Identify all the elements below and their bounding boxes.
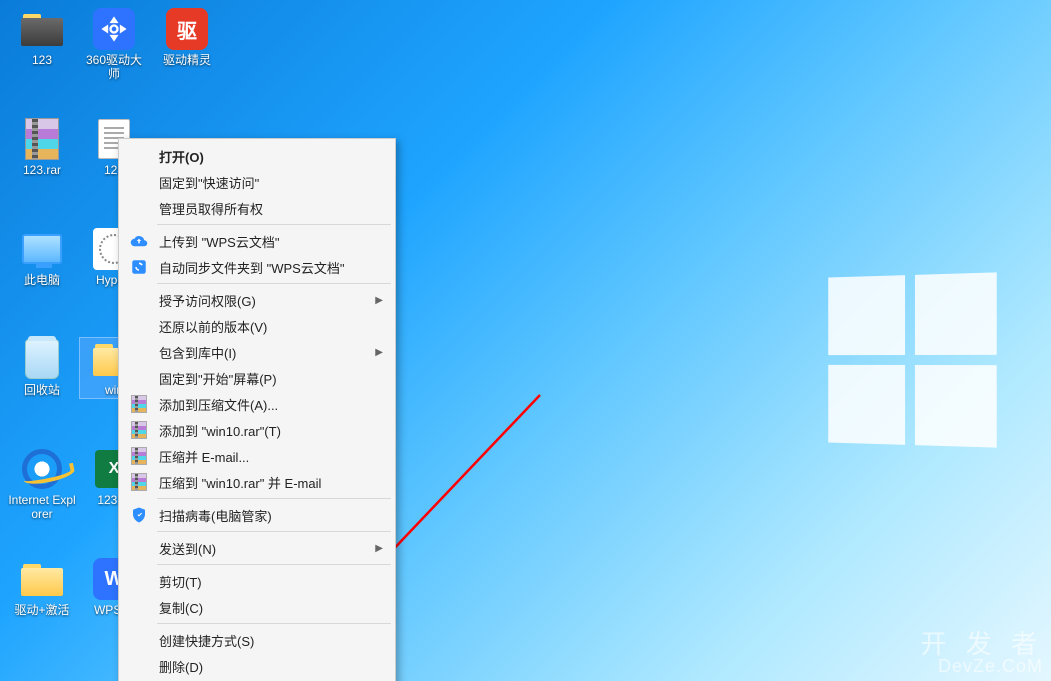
menu-item[interactable]: 授予访问权限(G) ▶ bbox=[121, 287, 393, 313]
folder-icon bbox=[21, 558, 63, 600]
menu-item[interactable]: 添加到压缩文件(A)... bbox=[121, 391, 393, 417]
menu-item-label: 固定到"快速访问" bbox=[159, 173, 259, 192]
watermark-line1: 开 发 者 bbox=[921, 631, 1043, 657]
desktop-icon-label: Internet Explorer bbox=[8, 494, 76, 522]
menu-item[interactable]: 固定到"快速访问" bbox=[121, 169, 393, 195]
menu-item-label: 剪切(T) bbox=[159, 572, 202, 591]
rar-icon bbox=[129, 420, 149, 440]
menu-item[interactable]: 打开(O) bbox=[121, 143, 393, 169]
watermark-line2: DevZe.CoM bbox=[921, 657, 1043, 675]
menu-separator bbox=[157, 283, 391, 284]
menu-item[interactable]: 管理员取得所有权 bbox=[121, 195, 393, 221]
recycle-bin-icon bbox=[21, 338, 63, 380]
desktop-icon-this-pc[interactable]: 此电脑 bbox=[8, 228, 76, 288]
ie-icon bbox=[21, 448, 63, 490]
this-pc-icon bbox=[21, 228, 63, 270]
desktop-icon-recycle[interactable]: 回收站 bbox=[8, 338, 76, 398]
menu-item[interactable]: 包含到库中(I) ▶ bbox=[121, 339, 393, 365]
menu-item[interactable]: 扫描病毒(电脑管家) bbox=[121, 502, 393, 528]
rar-icon bbox=[129, 446, 149, 466]
menu-item-label: 自动同步文件夹到 "WPS云文档" bbox=[159, 258, 344, 277]
submenu-arrow-icon: ▶ bbox=[375, 295, 383, 306]
menu-separator bbox=[157, 498, 391, 499]
desktop-icon-label: 驱动精灵 bbox=[163, 54, 211, 68]
context-menu[interactable]: 打开(O) 固定到"快速访问" 管理员取得所有权上传到 "WPS云文档" 自动同步文件… bbox=[118, 138, 396, 681]
menu-item-label: 压缩到 "win10.rar" 并 E-mail bbox=[159, 473, 321, 492]
menu-item-label: 管理员取得所有权 bbox=[159, 199, 263, 218]
menu-item-label: 还原以前的版本(V) bbox=[159, 317, 267, 336]
desktop-icon-label: 123.rar bbox=[23, 164, 61, 178]
desktop-icon-drv-act[interactable]: 驱动+激活 bbox=[8, 558, 76, 618]
menu-item-label: 创建快捷方式(S) bbox=[159, 631, 254, 650]
menu-item[interactable]: 创建快捷方式(S) bbox=[121, 627, 393, 653]
360-app-icon bbox=[93, 8, 135, 50]
rar-icon bbox=[129, 472, 149, 492]
desktop-icon-folder-123[interactable]: 123 bbox=[8, 8, 76, 68]
desktop-icon-label: 123 bbox=[32, 54, 52, 68]
submenu-arrow-icon: ▶ bbox=[375, 347, 383, 358]
desktop-icon-label: 360驱动大师 bbox=[80, 54, 148, 82]
desktop-icon-app-qudong[interactable]: 驱驱动精灵 bbox=[153, 8, 221, 68]
menu-item-label: 扫描病毒(电脑管家) bbox=[159, 506, 272, 525]
menu-item[interactable]: 删除(D) bbox=[121, 653, 393, 679]
menu-item-label: 添加到 "win10.rar"(T) bbox=[159, 421, 281, 440]
menu-item[interactable]: 还原以前的版本(V) bbox=[121, 313, 393, 339]
menu-item[interactable]: 剪切(T) bbox=[121, 568, 393, 594]
desktop-icon-rar-123[interactable]: 123.rar bbox=[8, 118, 76, 178]
windows-logo-backdrop bbox=[828, 272, 996, 447]
menu-item[interactable]: 发送到(N) ▶ bbox=[121, 535, 393, 561]
desktop-icon-label: 此电脑 bbox=[24, 274, 60, 288]
shield-icon bbox=[129, 505, 149, 525]
menu-item[interactable]: 固定到"开始"屏幕(P) bbox=[121, 365, 393, 391]
sync-icon bbox=[129, 257, 149, 277]
desktop-icon-app-360[interactable]: 360驱动大师 bbox=[80, 8, 148, 82]
watermark: 开 发 者 DevZe.CoM bbox=[921, 631, 1043, 675]
menu-separator bbox=[157, 224, 391, 225]
menu-item-label: 压缩并 E-mail... bbox=[159, 447, 249, 466]
qudong-app-icon: 驱 bbox=[166, 8, 208, 50]
menu-item-label: 固定到"开始"屏幕(P) bbox=[159, 369, 277, 388]
menu-item[interactable]: 上传到 "WPS云文档" bbox=[121, 228, 393, 254]
menu-item-label: 复制(C) bbox=[159, 598, 203, 617]
menu-item[interactable]: 自动同步文件夹到 "WPS云文档" bbox=[121, 254, 393, 280]
menu-separator bbox=[157, 531, 391, 532]
menu-separator bbox=[157, 564, 391, 565]
menu-item[interactable]: 添加到 "win10.rar"(T) bbox=[121, 417, 393, 443]
desktop-icon-label: 回收站 bbox=[24, 384, 60, 398]
menu-item-label: 发送到(N) bbox=[159, 539, 216, 558]
menu-item-label: 包含到库中(I) bbox=[159, 343, 236, 362]
submenu-arrow-icon: ▶ bbox=[375, 543, 383, 554]
menu-item-label: 上传到 "WPS云文档" bbox=[159, 232, 279, 251]
desktop-icon-label: 驱动+激活 bbox=[14, 604, 69, 618]
menu-item[interactable]: 压缩并 E-mail... bbox=[121, 443, 393, 469]
rar-icon bbox=[129, 394, 149, 414]
menu-item-label: 删除(D) bbox=[159, 657, 203, 676]
desktop-icon-ie[interactable]: Internet Explorer bbox=[8, 448, 76, 522]
menu-item[interactable]: 复制(C) bbox=[121, 594, 393, 620]
menu-separator bbox=[157, 623, 391, 624]
menu-item-label: 打开(O) bbox=[159, 147, 204, 166]
cloud-icon bbox=[129, 231, 149, 251]
menu-item-label: 添加到压缩文件(A)... bbox=[159, 395, 278, 414]
rar-icon bbox=[21, 118, 63, 160]
menu-item[interactable]: 压缩到 "win10.rar" 并 E-mail bbox=[121, 469, 393, 495]
menu-item-label: 授予访问权限(G) bbox=[159, 291, 256, 310]
folder-icon bbox=[21, 8, 63, 50]
